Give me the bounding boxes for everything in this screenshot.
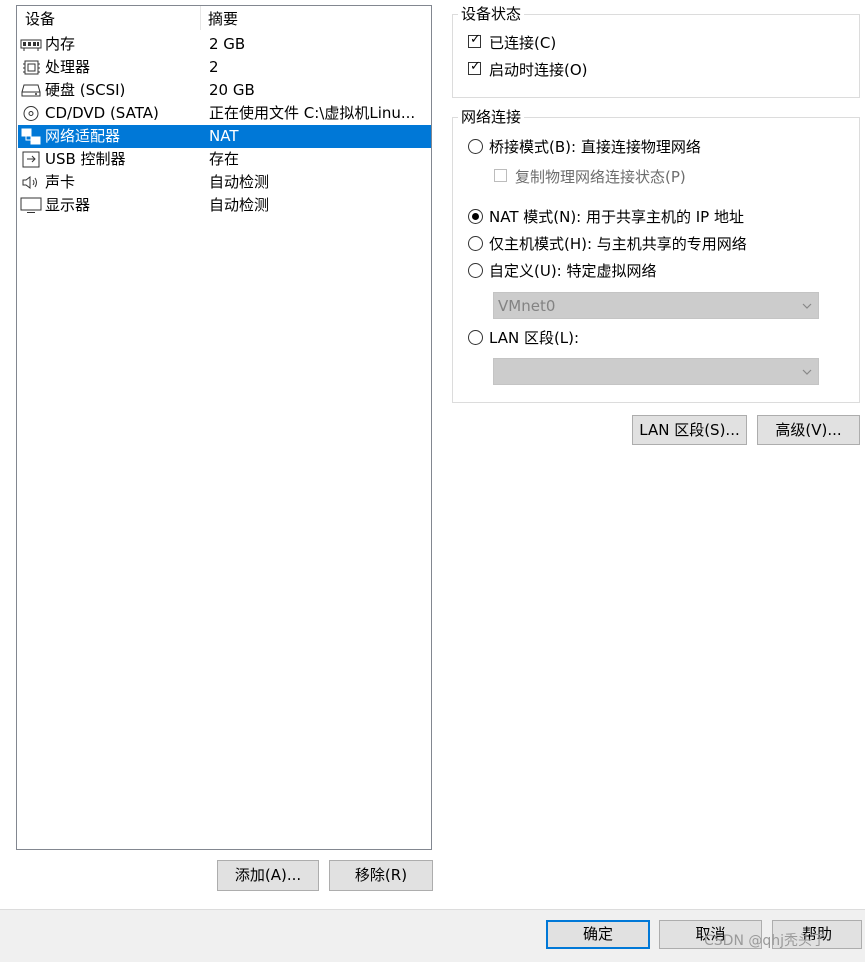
device-summary: 2 GB	[209, 35, 246, 53]
device-row-cd-dvd[interactable]: CD/DVD (SATA) 正在使用文件 C:\虚拟机Linu...	[18, 102, 431, 125]
radio-circle[interactable]	[468, 236, 483, 251]
checkbox-box[interactable]: ✓	[468, 59, 481, 75]
check-mark-icon: ✓	[470, 59, 481, 74]
lan-segment-label: LAN 区段(L):	[489, 329, 580, 347]
nat-label: NAT 模式(N): 用于共享主机的 IP 地址	[489, 208, 745, 226]
device-name: CD/DVD (SATA)	[45, 104, 159, 122]
device-list[interactable]: 设备 摘要 内存 2 GB 处理器 2 硬盘 (SCSI) 20 GB CD/D…	[16, 5, 432, 850]
memory-icon	[20, 39, 42, 51]
device-summary: 存在	[209, 150, 240, 168]
check-mark-icon: ✓	[470, 32, 481, 47]
radio-circle[interactable]	[468, 330, 483, 345]
hard-disk-icon	[21, 84, 41, 97]
host-only-label: 仅主机模式(H): 与主机共享的专用网络	[489, 235, 747, 253]
usb-icon	[22, 151, 40, 168]
ok-button[interactable]: 确定	[546, 920, 650, 949]
chevron-down-icon	[802, 303, 812, 309]
device-summary: 自动检测	[209, 196, 270, 214]
network-adapter-icon	[21, 128, 41, 145]
radio-circle[interactable]	[468, 263, 483, 278]
column-header-device[interactable]: 设备	[25, 10, 55, 28]
custom-label: 自定义(U): 特定虚拟网络	[489, 262, 657, 280]
custom-network-select[interactable]: VMnet0	[493, 292, 819, 319]
list-header: 设备 摘要	[17, 6, 431, 30]
radio-circle[interactable]	[468, 139, 483, 154]
device-summary: NAT	[209, 127, 239, 145]
radio-circle[interactable]	[468, 209, 483, 224]
device-row-hard-disk[interactable]: 硬盘 (SCSI) 20 GB	[18, 79, 431, 102]
device-status-title: 设备状态	[458, 5, 525, 23]
checkbox-box[interactable]: ✓	[468, 32, 481, 48]
replicate-state-label: 复制物理网络连接状态(P)	[515, 168, 686, 186]
remove-button[interactable]: 移除(R)	[329, 860, 433, 891]
radio-selected-dot	[472, 213, 479, 220]
watermark: CSDN @qhj秃头了	[704, 933, 827, 949]
bridged-label: 桥接模式(B): 直接连接物理网络	[489, 138, 701, 156]
device-summary: 自动检测	[209, 173, 270, 191]
monitor-icon	[20, 197, 42, 213]
device-name: 网络适配器	[45, 127, 121, 145]
custom-network-value: VMnet0	[498, 297, 556, 315]
chevron-down-icon	[802, 369, 812, 375]
device-summary: 2	[209, 58, 219, 76]
lan-segments-button[interactable]: LAN 区段(S)...	[632, 415, 747, 445]
device-row-usb[interactable]: USB 控制器 存在	[18, 148, 431, 171]
device-row-display[interactable]: 显示器 自动检测	[18, 194, 431, 217]
device-row-memory[interactable]: 内存 2 GB	[18, 33, 431, 56]
network-connection-title: 网络连接	[458, 108, 525, 126]
processor-icon	[23, 60, 40, 75]
device-name: USB 控制器	[45, 150, 126, 168]
device-summary: 正在使用文件 C:\虚拟机Linu...	[209, 104, 416, 122]
device-name: 硬盘 (SCSI)	[45, 81, 126, 99]
add-button[interactable]: 添加(A)...	[217, 860, 319, 891]
column-header-summary[interactable]: 摘要	[208, 10, 238, 28]
device-name: 处理器	[45, 58, 91, 76]
checkbox-box[interactable]	[494, 169, 507, 182]
device-row-processor[interactable]: 处理器 2	[18, 56, 431, 79]
device-name: 声卡	[45, 173, 76, 191]
device-name: 显示器	[45, 196, 91, 214]
lan-segment-select[interactable]	[493, 358, 819, 385]
speaker-icon	[22, 176, 37, 189]
device-status-group	[452, 14, 860, 98]
advanced-button[interactable]: 高级(V)...	[757, 415, 860, 445]
device-row-network-adapter[interactable]: 网络适配器 NAT	[18, 125, 431, 148]
device-name: 内存	[45, 35, 76, 53]
connected-label: 已连接(C)	[489, 34, 557, 52]
device-row-sound-card[interactable]: 声卡 自动检测	[18, 171, 431, 194]
column-divider[interactable]	[200, 6, 201, 30]
device-summary: 20 GB	[209, 81, 255, 99]
connect-on-power-label: 启动时连接(O)	[489, 61, 588, 79]
cd-dvd-icon	[23, 106, 39, 121]
